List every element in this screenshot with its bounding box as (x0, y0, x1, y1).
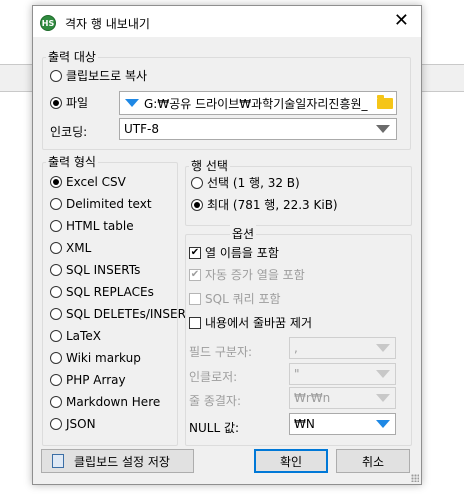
line-terminator-value: ₩r₩n (294, 391, 331, 405)
radio-format-option[interactable]: Excel CSV (50, 175, 126, 189)
radio-file-label: 파일 (66, 96, 89, 110)
checkbox-include-sql-query[interactable]: SQL 쿼리 포함 (189, 290, 281, 307)
radio-clipboard-label: 클립보드로 복사 (66, 69, 148, 83)
radio-format-label: Markdown Here (66, 395, 161, 409)
checkbox-include-sql-query-box[interactable] (189, 292, 201, 305)
file-path-value: G:₩공유 드라이브₩과학기술일자리진흥원_ (144, 96, 368, 111)
radio-selected-rows-label: 선택 (1 행, 32 B) (207, 176, 300, 190)
radio-format-label: SQL INSERTs (66, 263, 141, 277)
radio-format-option[interactable]: XML (50, 241, 91, 255)
radio-format-option[interactable]: Wiki markup (50, 351, 141, 365)
ok-button-label: 확인 (279, 454, 303, 469)
radio-format-indicator[interactable] (50, 330, 62, 342)
radio-format-label: XML (66, 241, 92, 255)
output-format-title: 출력 형식 (46, 153, 98, 170)
field-separator-value: , (294, 341, 298, 355)
radio-format-indicator[interactable] (50, 242, 62, 254)
radio-format-option[interactable]: HTML table (50, 219, 134, 233)
checkbox-include-auto-increment-box[interactable]: ✔ (189, 268, 201, 281)
radio-all-rows-label: 최대 (781 행, 22.3 KiB) (207, 198, 338, 212)
cancel-button[interactable]: 취소 (336, 449, 410, 473)
checkbox-remove-linebreaks-label: 내용에서 줄바꿈 제거 (205, 316, 312, 330)
radio-format-indicator[interactable] (50, 418, 62, 430)
radio-format-option[interactable]: SQL DELETEs/INSER (50, 307, 186, 321)
radio-format-indicator[interactable] (50, 198, 62, 210)
file-path-input[interactable]: G:₩공유 드라이브₩과학기술일자리진흥원_ (119, 91, 397, 115)
close-icon[interactable]: ✕ (394, 10, 409, 32)
radio-format-label: Wiki markup (66, 351, 141, 365)
radio-format-label: JSON (66, 417, 96, 431)
radio-file[interactable]: 파일 (50, 94, 88, 111)
radio-clipboard[interactable]: 클립보드로 복사 (50, 67, 147, 84)
app-icon: HS (40, 15, 56, 31)
radio-format-option[interactable]: SQL INSERTs (50, 263, 140, 277)
radio-format-label: SQL REPLACEs (66, 285, 154, 299)
clipboard-icon (52, 454, 64, 468)
resize-grip-icon[interactable] (411, 474, 419, 482)
radio-format-label: LaTeX (66, 329, 101, 343)
null-value-value: ₩N (294, 417, 315, 431)
checkbox-remove-linebreaks[interactable]: 내용에서 줄바꿈 제거 (189, 314, 312, 331)
checkbox-include-column-names[interactable]: ✔ 열 이름을 포함 (189, 244, 279, 261)
encloser-chevron-down-icon[interactable] (376, 370, 390, 378)
radio-all-rows-indicator[interactable] (191, 198, 203, 211)
radio-format-indicator[interactable] (50, 374, 62, 386)
radio-format-indicator[interactable] (50, 264, 62, 276)
field-separator-chevron-down-icon[interactable] (376, 344, 390, 352)
radio-format-option[interactable]: SQL REPLACEs (50, 285, 154, 299)
file-path-dropdown-icon[interactable] (125, 99, 139, 107)
checkbox-include-column-names-box[interactable]: ✔ (189, 246, 201, 259)
encloser-value: " (294, 367, 300, 381)
null-value-label: NULL 값: (189, 421, 240, 435)
checkbox-include-auto-increment[interactable]: ✔ 자동 증가 열을 포함 (189, 266, 305, 283)
ok-button[interactable]: 확인 (254, 449, 328, 473)
options-title: 옵션 (230, 225, 257, 242)
radio-format-label: HTML table (66, 219, 134, 233)
radio-selected-rows-indicator[interactable] (191, 176, 203, 189)
output-target-title: 출력 대상 (46, 48, 98, 65)
radio-clipboard-indicator[interactable] (50, 69, 62, 82)
radio-format-option[interactable]: Delimited text (50, 197, 152, 211)
checkbox-include-column-names-label: 열 이름을 포함 (205, 246, 279, 260)
cancel-button-label: 취소 (361, 454, 385, 469)
encoding-label: 인코딩: (50, 125, 88, 139)
dialog-title: 격자 행 내보내기 (65, 17, 150, 31)
radio-format-indicator[interactable] (50, 308, 62, 320)
radio-format-indicator[interactable] (50, 286, 62, 298)
row-selection-title: 행 선택 (189, 157, 230, 174)
radio-all-rows[interactable]: 최대 (781 행, 22.3 KiB) (191, 196, 338, 213)
radio-format-option[interactable]: JSON (50, 417, 96, 431)
save-clipboard-settings-button[interactable]: 클립보드 설정 저장 (41, 449, 194, 473)
radio-selected-rows[interactable]: 선택 (1 행, 32 B) (191, 174, 300, 191)
encloser-label: 인클로저: (189, 370, 238, 384)
line-terminator-chevron-down-icon[interactable] (376, 394, 390, 402)
radio-format-indicator[interactable] (50, 352, 62, 364)
radio-format-label: Delimited text (66, 197, 152, 211)
save-clipboard-settings-label: 클립보드 설정 저장 (74, 454, 170, 469)
radio-file-indicator[interactable] (50, 96, 62, 109)
null-value-chevron-down-icon[interactable] (376, 420, 390, 428)
radio-format-option[interactable]: Markdown Here (50, 395, 160, 409)
encoding-chevron-down-icon[interactable] (376, 125, 390, 133)
checkbox-remove-linebreaks-box[interactable] (189, 316, 201, 329)
encoding-select[interactable]: UTF-8 (119, 118, 397, 140)
radio-format-indicator[interactable] (50, 176, 62, 188)
title-bar: HS 격자 행 내보내기 ✕ (33, 6, 421, 37)
encoding-value: UTF-8 (124, 122, 159, 136)
radio-format-option[interactable]: PHP Array (50, 373, 126, 387)
folder-icon[interactable] (377, 95, 393, 109)
radio-format-label: SQL DELETEs/INSER (66, 307, 186, 321)
export-grid-rows-dialog: HS 격자 행 내보내기 ✕ 출력 대상 클립보드로 복사 파일 G:₩공유 드… (32, 5, 422, 485)
radio-format-label: PHP Array (66, 373, 126, 387)
checkbox-include-sql-query-label: SQL 쿼리 포함 (205, 292, 281, 306)
checkbox-include-auto-increment-label: 자동 증가 열을 포함 (205, 268, 305, 282)
line-terminator-label: 줄 종결자: (189, 394, 242, 408)
radio-format-indicator[interactable] (50, 396, 62, 408)
radio-format-indicator[interactable] (50, 220, 62, 232)
radio-format-label: Excel CSV (66, 175, 126, 189)
radio-format-option[interactable]: LaTeX (50, 329, 101, 343)
field-separator-label: 필드 구분자: (189, 345, 253, 359)
